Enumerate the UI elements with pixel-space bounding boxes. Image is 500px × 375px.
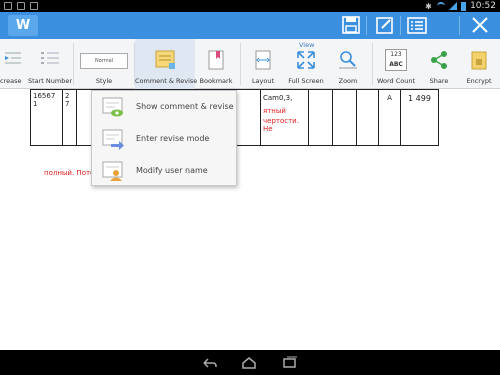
table-cell <box>356 89 379 146</box>
status-bar: ✱ 10:52 <box>0 0 500 12</box>
cell-blue-bottom: 7 <box>65 100 70 108</box>
menu-item-label: Enter revise mode <box>136 134 210 143</box>
cell-red-text: чертости. Не <box>263 117 299 133</box>
table-cell: 1 499 <box>400 89 439 146</box>
indent-icon <box>5 52 21 64</box>
ribbon-label: crease <box>0 77 22 85</box>
share-button[interactable]: Share <box>422 39 456 89</box>
recent-apps-button[interactable] <box>282 355 298 369</box>
ribbon-divider <box>372 43 373 85</box>
bluetooth-icon: ✱ <box>425 2 432 11</box>
ribbon-label: Bookmark <box>199 77 233 85</box>
ribbon-label: Start Number <box>27 77 73 85</box>
table-cell: A <box>378 89 401 146</box>
back-button[interactable] <box>202 355 218 369</box>
cell-a: A <box>387 94 392 102</box>
cell-number-line2: 1 <box>33 100 38 108</box>
menu-button[interactable] <box>406 15 428 36</box>
home-icon <box>242 357 256 369</box>
start-number-button[interactable]: Start Number <box>27 39 73 89</box>
style-button[interactable]: Normal Style <box>74 39 134 89</box>
app-notification-icon <box>30 2 38 10</box>
menu-item-label: Show comment & revise <box>136 102 234 111</box>
comment-revise-menu: Show comment & revise Enter revise mode … <box>91 90 237 186</box>
toolbar-divider <box>400 16 401 35</box>
ribbon-label: Word Count <box>376 77 416 85</box>
ribbon-label: Style <box>95 77 113 85</box>
document-red-line: полный. Поте <box>44 169 95 177</box>
word-count-letters: ABC <box>389 61 403 68</box>
menu-item-label: Modify user name <box>136 166 208 175</box>
ribbon-label: Layout <box>251 77 275 85</box>
back-icon <box>203 358 217 368</box>
ribbon-label: Zoom <box>338 77 358 85</box>
edit-button[interactable] <box>374 15 396 36</box>
title-bar: W <box>0 12 500 39</box>
menu-item-enter-revise-mode[interactable]: Enter revise mode <box>92 123 238 155</box>
table-cell: Cam0,3, ятный чертости. Не <box>260 89 309 146</box>
table-cell <box>308 89 333 146</box>
lock-icon <box>471 51 487 70</box>
encrypt-button[interactable]: Encrypt <box>460 39 498 89</box>
menu-item-modify-user-name[interactable]: Modify user name <box>92 155 238 187</box>
full-screen-button[interactable]: Full Screen <box>286 39 326 89</box>
word-count-digits: 123 <box>390 51 402 58</box>
layout-icon <box>255 50 271 70</box>
cell-red-text: ятный <box>263 107 286 115</box>
layout-button[interactable]: Layout <box>245 39 281 89</box>
comment-eye-icon <box>102 97 123 117</box>
ribbon-label: Full Screen <box>288 77 324 85</box>
toolbar-divider <box>459 16 460 35</box>
table-cell: 16567 1 <box>30 89 63 146</box>
zoom-icon <box>339 51 357 69</box>
ribbon-label: Share <box>429 77 449 85</box>
word-count-button[interactable]: 123 ABC Word Count <box>374 39 418 89</box>
notification-icon <box>4 2 12 10</box>
pencil-icon <box>376 17 393 34</box>
toolbar-divider <box>366 16 367 35</box>
download-icon <box>17 2 25 10</box>
share-icon <box>431 51 447 69</box>
style-preview: Normal <box>80 53 128 69</box>
full-screen-icon <box>297 51 315 69</box>
signal-icon <box>449 2 458 10</box>
comment-revise-icon <box>155 50 175 69</box>
ribbon-label: Comment & Revise <box>135 77 198 85</box>
numbering-icon <box>41 52 59 64</box>
app-logo[interactable]: W <box>8 15 38 36</box>
list-icon <box>407 17 427 34</box>
ribbon-label: Encrypt <box>466 77 492 85</box>
ribbon-toolbar: crease Start Number Normal Style Comment… <box>0 39 500 89</box>
ribbon-divider <box>240 43 241 85</box>
clock: 10:52 <box>470 1 496 11</box>
screen: ✱ 10:52 W crease Start Number Normal Sty… <box>0 0 500 375</box>
bookmark-icon <box>208 50 224 70</box>
cell-blue-top: 2 <box>65 92 70 100</box>
user-comment-icon <box>102 161 123 181</box>
word-count-icon: 123 ABC <box>385 49 407 71</box>
revise-arrow-icon <box>102 129 124 150</box>
battery-icon <box>461 1 467 11</box>
comment-revise-button[interactable]: Comment & Revise <box>135 39 198 89</box>
increase-indent-button[interactable]: crease <box>0 39 26 89</box>
navigation-bar <box>0 350 500 375</box>
zoom-button[interactable]: Zoom <box>330 39 366 89</box>
table-cell <box>332 89 357 146</box>
bookmark-button[interactable]: Bookmark <box>196 39 236 89</box>
cell-number: 16567 <box>33 92 56 100</box>
save-icon <box>342 16 360 34</box>
cell-text: Cam0,3, <box>263 94 293 102</box>
wifi-icon <box>437 2 446 10</box>
home-button[interactable] <box>241 355 257 369</box>
cell-value: 1 499 <box>408 94 431 103</box>
close-button[interactable] <box>469 15 491 36</box>
recent-apps-icon <box>283 356 297 368</box>
document-canvas[interactable]: 16567 1 2 7 Cam0,3, ятный чертости. Не A… <box>0 89 500 350</box>
close-icon <box>472 17 488 33</box>
menu-item-show-comment-revise[interactable]: Show comment & revise <box>92 91 238 123</box>
table-cell: 2 7 <box>62 89 77 146</box>
save-button[interactable] <box>340 15 362 36</box>
